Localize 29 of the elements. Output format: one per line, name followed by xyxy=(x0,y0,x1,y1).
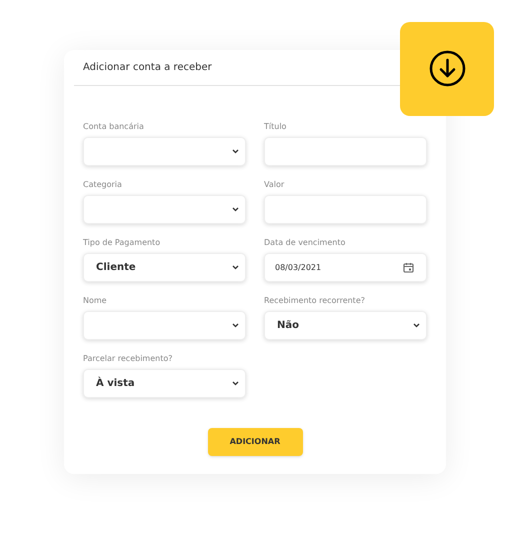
select-field[interactable] xyxy=(83,195,246,224)
select-field[interactable] xyxy=(83,311,246,340)
date-field[interactable]: 08/03/2021 xyxy=(264,253,427,282)
field-label: Conta bancária xyxy=(83,121,145,133)
input-field[interactable] xyxy=(264,137,427,166)
input-field[interactable] xyxy=(264,195,427,224)
select-field[interactable]: Não xyxy=(264,311,427,340)
download-icon xyxy=(428,50,466,87)
select-field[interactable]: Cliente xyxy=(83,253,246,282)
add-button[interactable]: ADICIONAR xyxy=(208,428,302,456)
chevron-down-icon xyxy=(232,323,239,328)
field-label: Nome xyxy=(83,295,108,307)
chevron-down-icon xyxy=(413,323,420,328)
card-title: Adicionar conta a receber xyxy=(83,61,212,75)
download-badge[interactable] xyxy=(400,22,494,116)
field-label: Recebimento recorrente? xyxy=(264,295,366,307)
chevron-down-icon xyxy=(232,149,239,154)
select-field[interactable] xyxy=(83,137,246,166)
field-label: Tipo de Pagamento xyxy=(83,237,162,249)
calendar-icon xyxy=(403,262,414,273)
chevron-down-icon xyxy=(232,265,239,270)
field-label: Data de vencimento xyxy=(264,237,346,249)
field-label: Título xyxy=(264,121,288,133)
select-field[interactable]: À vista xyxy=(83,369,246,398)
chevron-down-icon xyxy=(232,207,239,212)
field-label: Parcelar recebimento? xyxy=(83,353,174,365)
chevron-down-icon xyxy=(232,381,239,386)
field-label: Categoria xyxy=(83,179,123,191)
field-label: Valor xyxy=(264,179,286,191)
